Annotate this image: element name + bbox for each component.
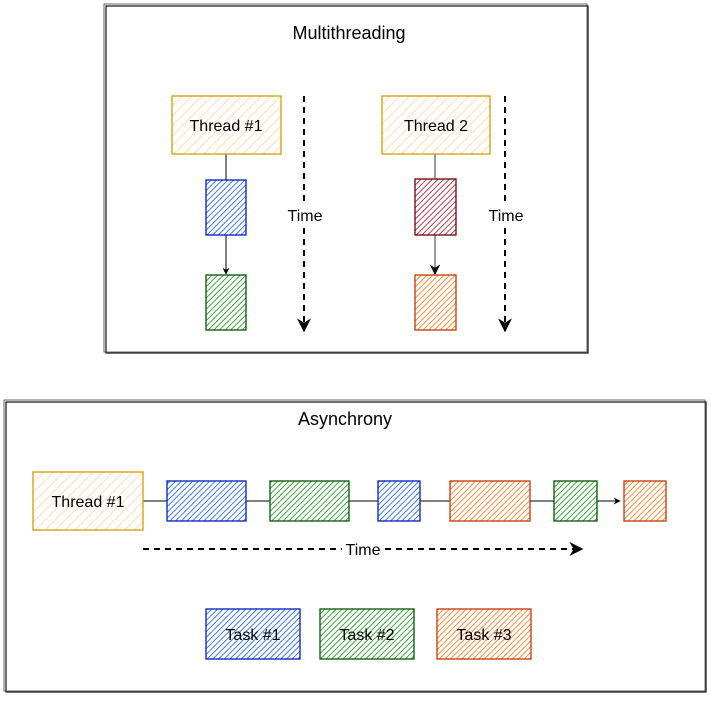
legend-label: Task #3 <box>456 627 511 644</box>
task-block <box>205 274 247 331</box>
async-time-label: Time <box>346 542 381 559</box>
task-block <box>269 480 350 522</box>
task-block <box>166 480 247 522</box>
thread1-label: Thread #1 <box>190 118 263 135</box>
legend: Task #1 Task #2 Task #3 <box>205 608 532 660</box>
task-block <box>205 179 247 236</box>
async-thread-label: Thread #1 <box>52 494 125 511</box>
task-block <box>377 480 421 522</box>
time-label-1: Time <box>288 208 323 225</box>
asynchrony-title: Asynchrony <box>298 409 392 429</box>
task-block <box>414 178 457 236</box>
legend-label: Task #2 <box>339 627 394 644</box>
task-block <box>449 480 531 522</box>
multithreading-title: Multithreading <box>292 23 405 43</box>
time-label-2: Time <box>489 208 524 225</box>
legend-label: Task #1 <box>225 627 280 644</box>
task-block <box>623 480 667 522</box>
diagram: Multithreading Thread #1 Thread 2 Time T… <box>3 3 707 693</box>
multithreading-panel: Multithreading Thread #1 Thread 2 Time T… <box>103 3 589 354</box>
thread2-label: Thread 2 <box>404 118 468 135</box>
asynchrony-panel: Asynchrony Thread #1 Time Task #1 Task #2… <box>3 399 707 693</box>
task-block <box>414 274 457 331</box>
task-block <box>553 480 598 522</box>
